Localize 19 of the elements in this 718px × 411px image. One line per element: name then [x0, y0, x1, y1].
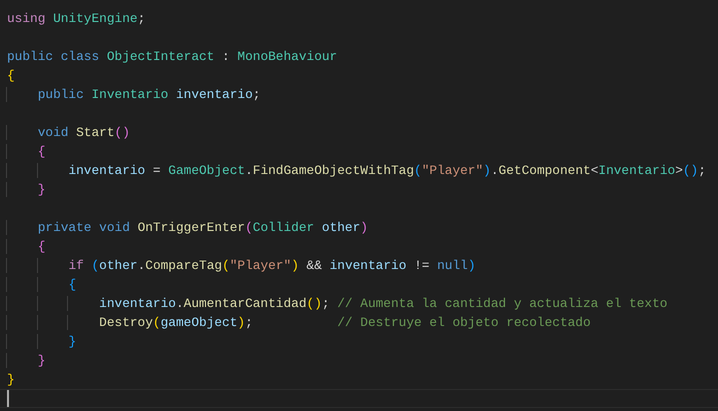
code-line: }	[38, 353, 46, 368]
code-line: }	[7, 372, 15, 387]
code-line: {	[68, 277, 76, 292]
code-line: {	[38, 144, 46, 159]
code-line: public Inventario inventario;	[38, 87, 260, 102]
code-line: Destroy(gameObject); // Destruye el objeto recolectado	[99, 315, 591, 330]
code-editor[interactable]	[0, 0, 718, 411]
code-line: private void OnTriggerEnter(Collider other)	[38, 220, 368, 235]
code-line: inventario = GameObject.FindGameObjectWithTag("Player").GetComponent<Inventario>();	[68, 163, 706, 178]
code-line: {	[7, 68, 15, 83]
code-line: }	[38, 182, 46, 197]
code-line: }	[68, 334, 76, 349]
code-line: {	[38, 239, 46, 254]
code-line: inventario.AumentarCantidad(); // Aumenta la cantidad y actualiza el texto	[99, 296, 668, 311]
code-line: void Start()	[38, 125, 130, 140]
code-line: using UnityEngine;	[7, 11, 146, 26]
code-line: public class ObjectInteract : MonoBehaviour	[7, 49, 338, 64]
text-cursor	[7, 390, 9, 407]
code-line: if (other.CompareTag("Player") && inventario != null)	[68, 258, 476, 273]
